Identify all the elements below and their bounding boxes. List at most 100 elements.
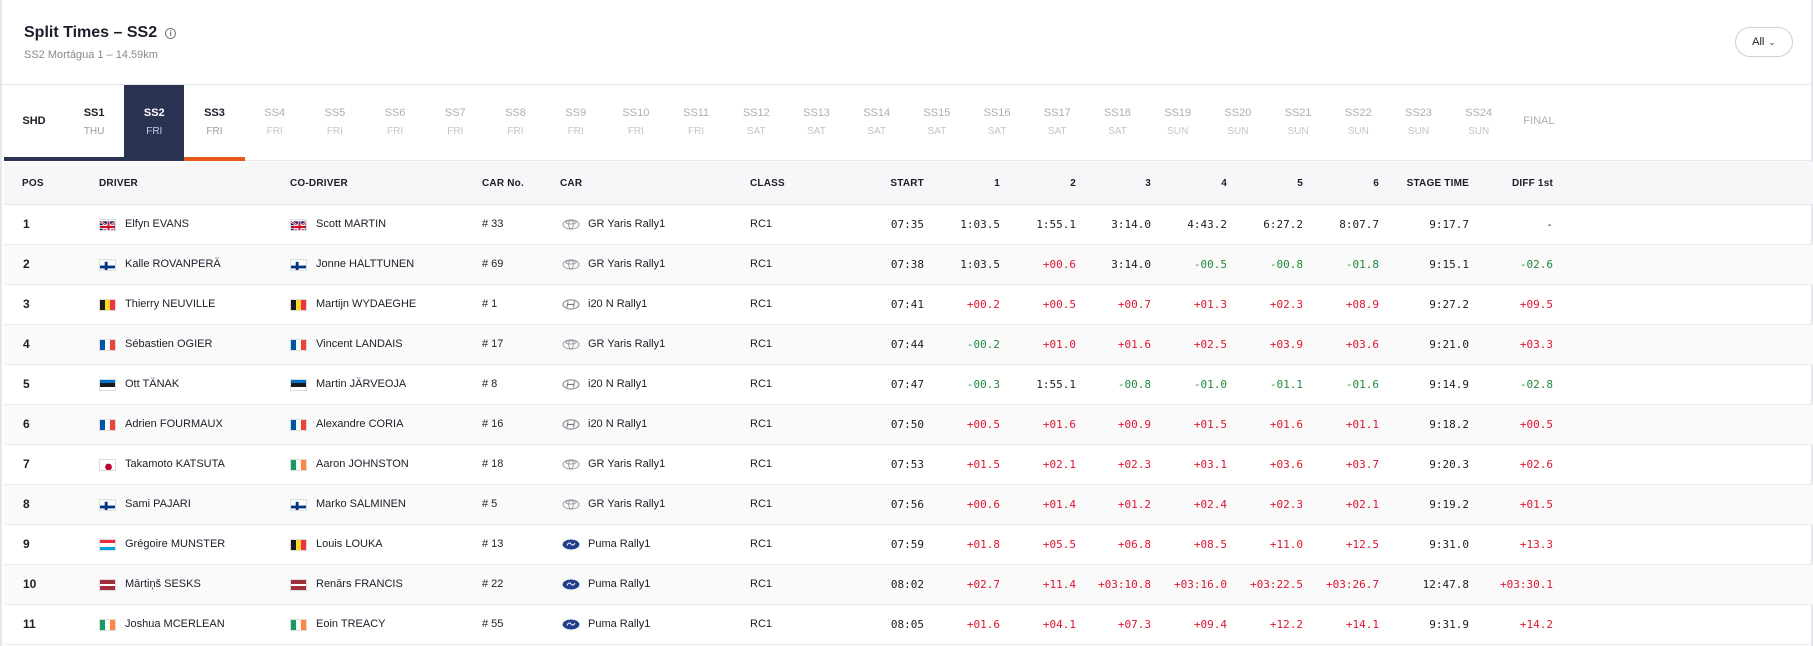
table-row[interactable]: 2 Kalle ROVANPERÄ Jonne HALTTUNEN # 69 GR Ya… — [4, 245, 1813, 285]
tab-shd[interactable]: SHD — [4, 85, 64, 161]
start-time: 08:02 — [890, 578, 924, 591]
table-row[interactable]: 4 Sébastien OGIER Vincent LANDAIS # 17 GR Ya… — [4, 325, 1813, 365]
codriver-name[interactable]: Scott MARTIN — [316, 218, 386, 230]
header-stage-time: STAGE TIME — [1406, 178, 1469, 189]
tab-label: SS19 — [1164, 107, 1192, 119]
tab-ss10[interactable]: SS10 FRI — [606, 85, 666, 161]
stage-time: 9:18.2 — [1429, 418, 1469, 431]
tab-label: SS12 — [742, 107, 770, 119]
tab-label: SS2 — [143, 107, 165, 119]
diff-first: +02.6 — [1519, 458, 1553, 471]
tab-ss22[interactable]: SS22 SUN — [1328, 85, 1388, 161]
tab-ss16[interactable]: SS16 SAT — [967, 85, 1027, 161]
tab-ss17[interactable]: SS17 SAT — [1027, 85, 1087, 161]
ireland-flag-icon — [290, 619, 307, 631]
tab-ss21[interactable]: SS21 SUN — [1268, 85, 1328, 161]
codriver-name[interactable]: Martin JÄRVEOJA — [316, 378, 406, 390]
tab-ss5[interactable]: SS5 FRI — [305, 85, 365, 161]
driver-name[interactable]: Takamoto KATSUTA — [125, 458, 225, 470]
hyundai-logo-icon — [560, 297, 582, 311]
table-row[interactable]: 9 Grégoire MUNSTER Louis LOUKA # 13 Puma Ral… — [4, 525, 1813, 565]
car-number: # 18 — [482, 458, 504, 470]
driver-name[interactable]: Sébastien OGIER — [125, 338, 212, 350]
tab-ss20[interactable]: SS20 SUN — [1208, 85, 1268, 161]
running-stage-bar — [184, 157, 245, 161]
stage-tabs: SHD SS1 THU SS2 FRI SS3 FRI SS4 FRI SS5 FRI SS6 FRI S… — [4, 85, 1813, 161]
codriver-name[interactable]: Alexandre CORIA — [316, 418, 403, 430]
latvia-flag-icon — [290, 579, 307, 591]
tab-day: FRI — [567, 126, 584, 137]
car-model: GR Yaris Rally1 — [588, 258, 666, 270]
table-row[interactable]: 1 Elfyn EVANS Scott MARTIN # 33 GR Yaris Ral… — [4, 205, 1813, 245]
tab-ss13[interactable]: SS13 SAT — [786, 85, 846, 161]
codriver-name[interactable]: Martijn WYDAEGHE — [316, 298, 416, 310]
diff-first: - — [1546, 218, 1553, 231]
car-number: # 22 — [482, 578, 504, 590]
tab-ss4[interactable]: SS4 FRI — [245, 85, 305, 161]
split-6-time: +03:26.7 — [1326, 578, 1379, 591]
driver-name[interactable]: Joshua MCERLEAN — [125, 618, 225, 630]
table-row[interactable]: 10 Mārtiņš SESKS Renārs FRANCIS # 22 Puma Ra… — [4, 565, 1813, 605]
start-time: 08:05 — [890, 618, 924, 631]
info-icon[interactable]: i — [165, 27, 177, 39]
car-number: # 8 — [482, 378, 498, 390]
title-row: Split Times – SS2 i — [24, 24, 177, 42]
codriver-name[interactable]: Eoin TREACY — [316, 618, 386, 630]
codriver-name[interactable]: Aaron JOHNSTON — [316, 458, 409, 470]
split-6-time: +08.9 — [1345, 298, 1379, 311]
tab-ss3[interactable]: SS3 FRI — [184, 85, 244, 161]
table-row[interactable]: 3 Thierry NEUVILLE Martijn WYDAEGHE # 1 i20 … — [4, 285, 1813, 325]
split-2-time: 1:55.1 — [1036, 378, 1076, 391]
tab-ss11[interactable]: SS11 FRI — [666, 85, 726, 161]
ireland-flag-icon — [99, 619, 116, 631]
driver-name[interactable]: Ott TÄNAK — [125, 378, 179, 390]
car-number: # 17 — [482, 338, 504, 350]
tab-ss8[interactable]: SS8 FRI — [485, 85, 545, 161]
tab-ss6[interactable]: SS6 FRI — [365, 85, 425, 161]
tab-ss15[interactable]: SS15 SAT — [907, 85, 967, 161]
driver-name[interactable]: Sami PAJARI — [125, 498, 191, 510]
header-class: CLASS — [750, 178, 785, 189]
codriver-name[interactable]: Marko SALMINEN — [316, 498, 406, 510]
tab-ss12[interactable]: SS12 SAT — [726, 85, 786, 161]
codriver-name[interactable]: Louis LOUKA — [316, 538, 383, 550]
position: 3 — [23, 297, 30, 311]
tab-ss23[interactable]: SS23 SUN — [1388, 85, 1448, 161]
tab-label: SS3 — [204, 107, 225, 119]
codriver-name[interactable]: Renārs FRANCIS — [316, 578, 403, 590]
tab-ss14[interactable]: SS14 SAT — [847, 85, 907, 161]
driver-name[interactable]: Elfyn EVANS — [125, 218, 189, 230]
tab-ss18[interactable]: SS18 SAT — [1087, 85, 1147, 161]
tab-final[interactable]: FINAL — [1509, 85, 1569, 161]
codriver-name[interactable]: Vincent LANDAIS — [316, 338, 403, 350]
split-2-time: +01.6 — [1042, 418, 1076, 431]
tab-day: FRI — [627, 126, 644, 137]
driver-name[interactable]: Grégoire MUNSTER — [125, 538, 225, 550]
tab-day: SUN — [1347, 126, 1369, 137]
tab-ss9[interactable]: SS9 FRI — [546, 85, 606, 161]
driver-name[interactable]: Kalle ROVANPERÄ — [125, 258, 221, 270]
table-row[interactable]: 11 Joshua MCERLEAN Eoin TREACY # 55 Puma Ral… — [4, 605, 1813, 645]
table-row[interactable]: 6 Adrien FOURMAUX Alexandre CORIA # 16 i20 N… — [4, 405, 1813, 445]
tab-ss7[interactable]: SS7 FRI — [425, 85, 485, 161]
header-car: CAR — [560, 178, 583, 189]
table-row[interactable]: 8 Sami PAJARI Marko SALMINEN # 5 GR Yaris Ra… — [4, 485, 1813, 525]
table-row[interactable]: 7 Takamoto KATSUTA Aaron JOHNSTON # 18 GR Ya… — [4, 445, 1813, 485]
tab-day: SAT — [746, 126, 766, 137]
tab-ss24[interactable]: SS24 SUN — [1449, 85, 1509, 161]
tab-ss19[interactable]: SS19 SUN — [1148, 85, 1208, 161]
table-row[interactable]: 5 Ott TÄNAK Martin JÄRVEOJA # 8 i20 N Rally1… — [4, 365, 1813, 405]
split-2-time: +01.4 — [1042, 498, 1076, 511]
belgium-flag-icon — [99, 299, 116, 311]
car-model: Puma Rally1 — [588, 618, 651, 630]
codriver-name[interactable]: Jonne HALTTUNEN — [316, 258, 414, 270]
driver-name[interactable]: Thierry NEUVILLE — [125, 298, 215, 310]
tab-ss2[interactable]: SS2 FRI — [124, 85, 185, 161]
car-number: # 33 — [482, 218, 504, 230]
driver-name[interactable]: Mārtiņš SESKS — [125, 578, 201, 590]
tab-ss1[interactable]: SS1 THU — [64, 85, 124, 161]
stage-time: 9:20.3 — [1429, 458, 1469, 471]
stage-time: 9:27.2 — [1429, 298, 1469, 311]
class-filter-dropdown[interactable]: All ⌄ — [1735, 27, 1793, 57]
driver-name[interactable]: Adrien FOURMAUX — [125, 418, 223, 430]
